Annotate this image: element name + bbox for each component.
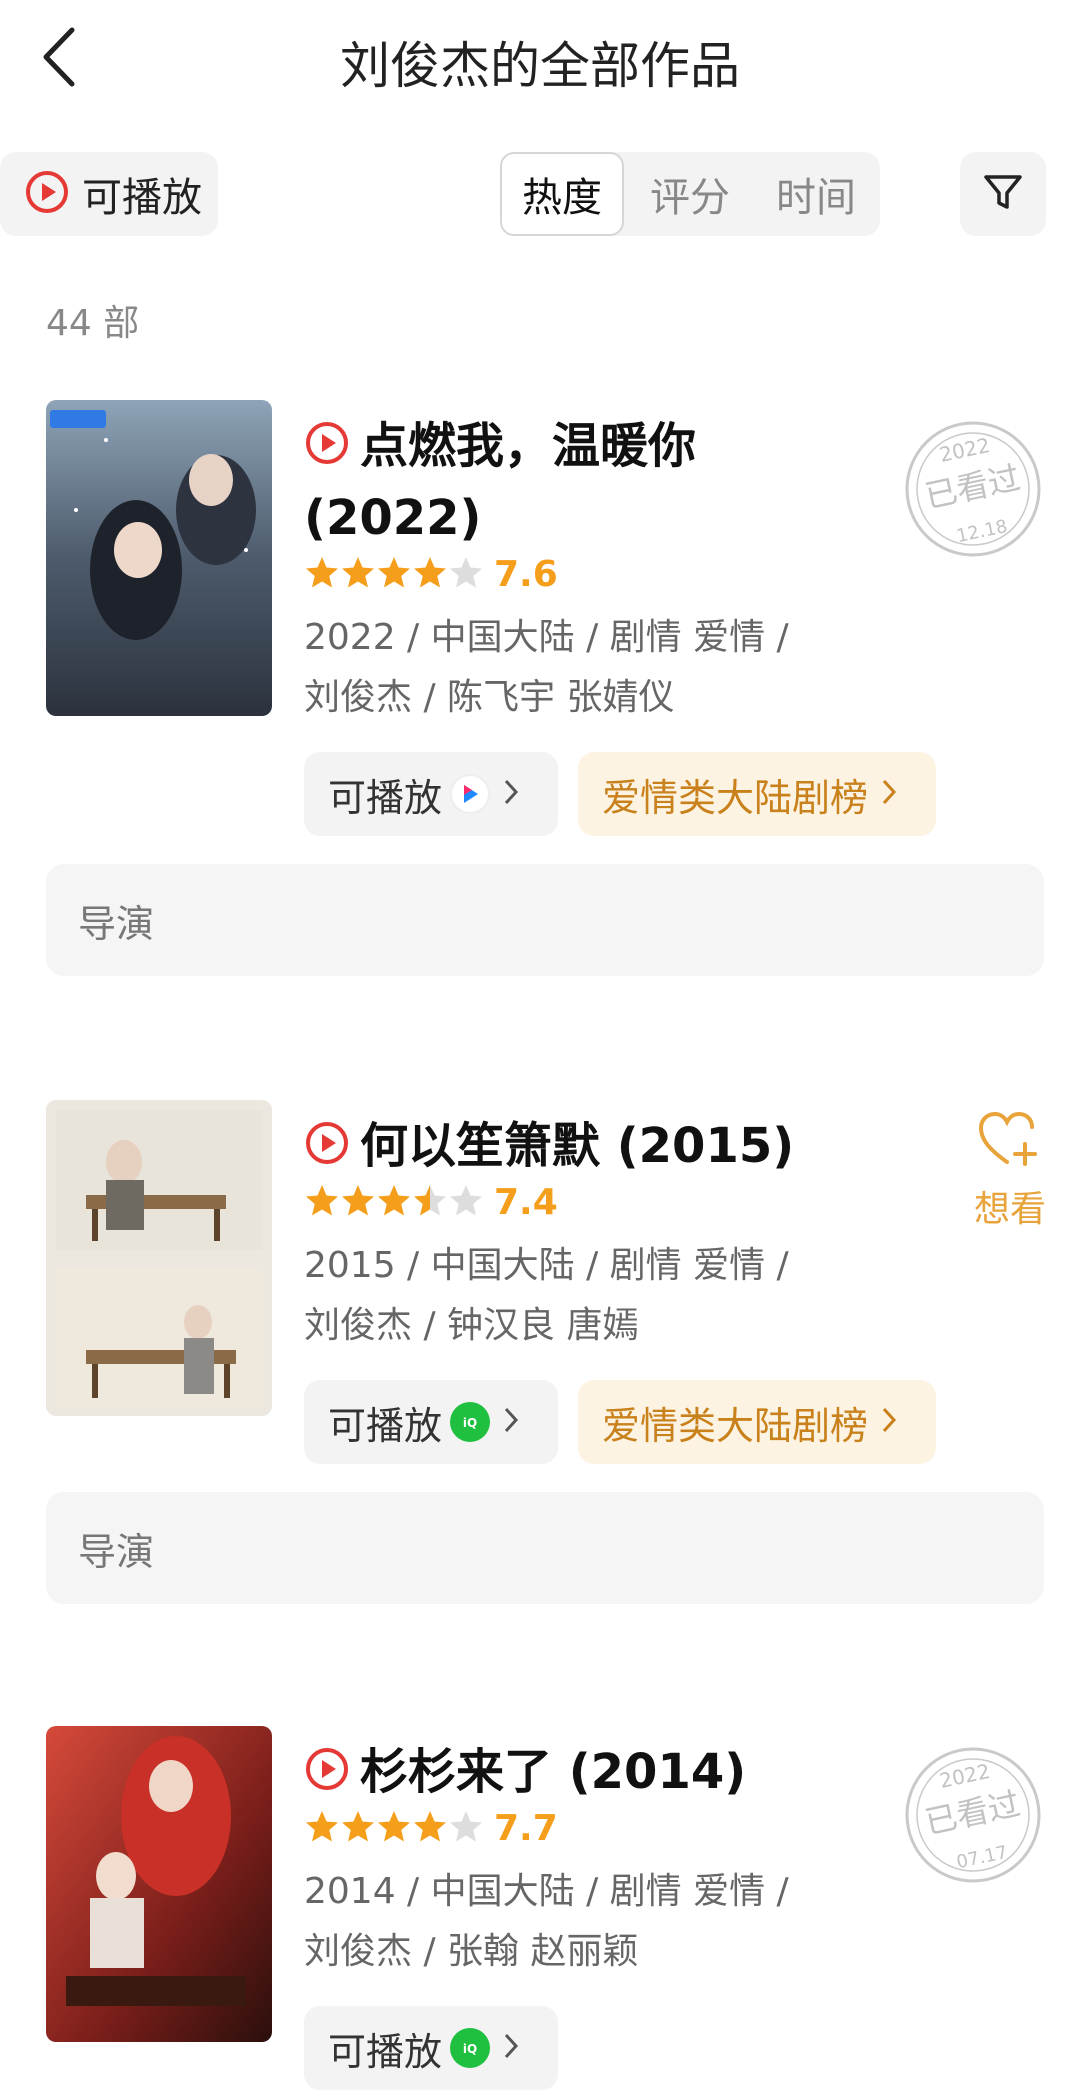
item-title[interactable]: 何以笙箫默 (2015) xyxy=(304,1110,924,1182)
filter-funnel-button[interactable] xyxy=(960,152,1046,236)
chevron-right-icon xyxy=(502,1400,520,1444)
poster-image[interactable] xyxy=(46,1726,272,2042)
play-circle-icon xyxy=(24,169,70,219)
item-title-text: 杉杉来了 (2014) xyxy=(360,1744,747,1800)
poster-image[interactable] xyxy=(46,1100,272,1416)
watched-stamp: 2022 已看过 07.17 xyxy=(900,1742,1046,1888)
tab-sort-rating[interactable]: 评分 xyxy=(628,152,752,236)
director-section[interactable]: 导演 xyxy=(46,1492,1044,1604)
want-to-watch-button[interactable]: 想看 xyxy=(960,1110,1060,1232)
playable-button[interactable]: 可播放 iQ xyxy=(304,2006,558,2090)
item-title-text: 何以笙箫默 (2015) xyxy=(360,1118,795,1174)
stamp-year: 2022 xyxy=(937,433,992,467)
playable-filter-chip[interactable]: 可播放 xyxy=(0,152,218,236)
item-title-year: (2022) xyxy=(304,490,482,546)
rating: 7.6 xyxy=(304,554,558,595)
playable-label: 可播放 xyxy=(328,1403,443,1448)
iqiyi-icon: iQ xyxy=(450,2028,491,2068)
stamp-date: 12.18 xyxy=(955,516,1010,547)
item-title-text: 点燃我，温暖你 xyxy=(360,418,697,474)
stamp-text: 已看过 xyxy=(922,458,1024,515)
playable-label: 可播放 xyxy=(328,775,443,820)
tab-sort-hot[interactable]: 热度 xyxy=(500,152,624,236)
svg-text:iQ: iQ xyxy=(463,1416,477,1430)
rating-score: 7.4 xyxy=(494,1182,558,1223)
ranking-label: 爱情类大陆剧榜 xyxy=(602,1403,869,1448)
item-meta: 2022 / 中国大陆 / 剧情 爱情 / 刘俊杰 / 陈飞宇 张婧仪 xyxy=(304,608,944,728)
playable-label: 可播放 xyxy=(328,2029,443,2074)
play-circle-icon xyxy=(304,414,350,464)
want-to-watch-label: 想看 xyxy=(973,1189,1046,1230)
ranking-button[interactable]: 爱情类大陆剧榜 xyxy=(578,752,936,836)
chevron-right-icon xyxy=(880,772,898,816)
director-section[interactable]: 导演 xyxy=(46,864,1044,976)
item-meta-line2: 刘俊杰 / 张翰 赵丽颖 xyxy=(304,1931,639,1972)
director-label: 导演 xyxy=(78,1529,155,1574)
heart-plus-icon xyxy=(977,1111,1043,1174)
sort-tabs: 热度 评分 时间 xyxy=(500,152,880,236)
poster-image[interactable] xyxy=(46,400,272,716)
director-label: 导演 xyxy=(78,901,155,946)
funnel-icon xyxy=(981,170,1025,218)
item-meta: 2015 / 中国大陆 / 剧情 爱情 / 刘俊杰 / 钟汉良 唐嫣 xyxy=(304,1236,944,1356)
stamp-text: 已看过 xyxy=(922,1784,1024,1841)
star-rating-icon xyxy=(304,1183,484,1223)
play-circle-icon xyxy=(304,1740,350,1790)
play-circle-icon xyxy=(304,1114,350,1164)
works-count: 44 部 xyxy=(46,303,140,344)
youku-icon xyxy=(450,774,491,814)
item-meta-line1: 2014 / 中国大陆 / 剧情 爱情 / xyxy=(304,1871,789,1912)
rating-score: 7.6 xyxy=(494,554,558,595)
page-title: 刘俊杰的全部作品 xyxy=(340,37,740,95)
item-title[interactable]: 杉杉来了 (2014) xyxy=(304,1736,924,1808)
chevron-right-icon xyxy=(880,1400,898,1444)
top-bar: 刘俊杰的全部作品 xyxy=(0,0,1080,120)
playable-filter-label: 可播放 xyxy=(82,175,202,221)
iqiyi-icon: iQ xyxy=(450,1402,491,1442)
chevron-right-icon xyxy=(502,2026,520,2070)
playable-button[interactable]: 可播放 iQ xyxy=(304,1380,558,1464)
item-meta-line1: 2022 / 中国大陆 / 剧情 爱情 / xyxy=(304,617,789,658)
item-meta: 2014 / 中国大陆 / 剧情 爱情 / 刘俊杰 / 张翰 赵丽颖 xyxy=(304,1862,944,1982)
ranking-button[interactable]: 爱情类大陆剧榜 xyxy=(578,1380,936,1464)
chevron-right-icon xyxy=(502,772,520,816)
item-meta-line1: 2015 / 中国大陆 / 剧情 爱情 / xyxy=(304,1245,789,1286)
tab-sort-time[interactable]: 时间 xyxy=(754,152,878,236)
star-rating-icon xyxy=(304,555,484,595)
svg-text:iQ: iQ xyxy=(463,2042,477,2056)
ranking-label: 爱情类大陆剧榜 xyxy=(602,775,869,820)
stamp-date: 07.17 xyxy=(955,1842,1010,1873)
rating: 7.7 xyxy=(304,1808,558,1849)
item-meta-line2: 刘俊杰 / 陈飞宇 张婧仪 xyxy=(304,677,675,718)
rating: 7.4 xyxy=(304,1182,558,1223)
rating-score: 7.7 xyxy=(494,1808,558,1849)
item-meta-line2: 刘俊杰 / 钟汉良 唐嫣 xyxy=(304,1305,639,1346)
star-rating-icon xyxy=(304,1809,484,1849)
watched-stamp: 2022 已看过 12.18 xyxy=(900,416,1046,562)
item-title[interactable]: 点燃我，温暖你 (2022) xyxy=(304,410,924,554)
stamp-year: 2022 xyxy=(937,1759,992,1793)
playable-button[interactable]: 可播放 xyxy=(304,752,558,836)
